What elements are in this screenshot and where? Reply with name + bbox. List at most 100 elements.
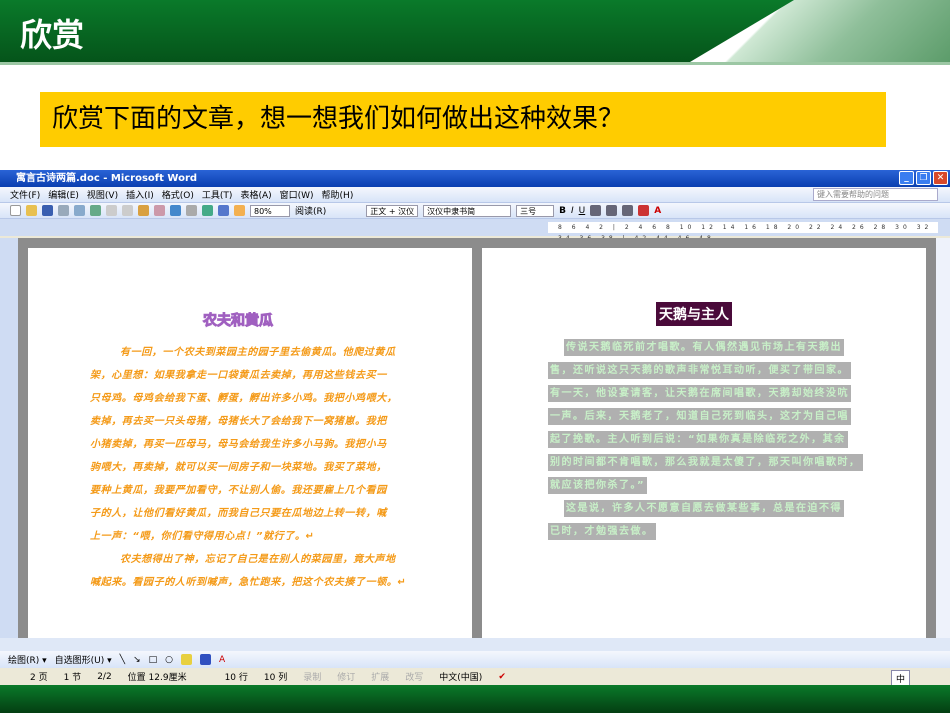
page-1[interactable]: 农夫和黄瓜 有一回，一个农夫到菜园主的园子里去偷黄瓜。他爬过黄瓜 架，心里想：如… [28,248,472,638]
text-line: 起了挽歌。主人听到后说：“如果你真是除临死之外，其余 [548,431,848,448]
text-line: 一声。后来，天鹅老了，知道自己死到临头，这才为自己唱 [548,408,851,425]
status-rec[interactable]: 录制 [295,670,329,683]
menu-edit[interactable]: 编辑(E) [48,188,79,201]
new-icon[interactable] [10,205,21,216]
fill-color-icon[interactable] [181,654,192,665]
page1-title: 农夫和黄瓜 [203,310,274,330]
text-line: 要种上黄瓜，我要严加看守，不让别人偷。我还要雇上几个看园 [90,485,387,496]
text-line: 喊起来。看园子的人听到喊声，急忙跑来，把这个农夫揍了一顿。↵ [90,577,407,588]
bullets-icon[interactable] [622,205,634,216]
font-color-icon[interactable]: A [219,655,225,665]
style-select[interactable]: 正文 + 汉仪 [366,204,419,217]
paste-icon[interactable] [138,205,149,216]
copy-icon[interactable] [122,205,133,216]
view-buttons-bar[interactable] [0,638,950,651]
text-line: 只母鸡。母鸡会给我下蛋、孵蛋，孵出许多小鸡。我把小鸡喂大， [90,393,398,404]
menu-bar: 文件(F) 编辑(E) 视图(V) 插入(I) 格式(O) 工具(T) 表格(A) 窗口(W)… [0,187,950,203]
status-ovr[interactable]: 改写 [397,670,431,683]
status-trk[interactable]: 修订 [329,670,363,683]
toolbar: 80% 阅读(R) 正文 + 汉仪 汉仪中隶书简 三号 BIU A [0,203,950,219]
title-text: 农夫和黄瓜 [203,313,274,330]
status-col: 10 列 [263,673,288,683]
ime-mode[interactable]: 中 [896,675,905,685]
menu-window[interactable]: 窗口(W) [280,188,314,201]
menu-file[interactable]: 文件(F) [10,188,40,201]
slide-title: 欣赏 [20,16,85,54]
status-bar: 2 页 1 节 2/2 位置 12.9厘米 10 行 10 列录制 修订 扩展 改写 中文(中国)… [0,668,950,685]
slide-footer [0,685,950,713]
document-area[interactable]: 农夫和黄瓜 有一回，一个农夫到菜园主的园子里去偷黄瓜。他爬过黄瓜 架，心里想：如… [0,238,950,638]
help-search-input[interactable]: 键入需要帮助的问题 [813,188,938,201]
text-line: 上一声：“喂，你们看守得用心点！”就行了。↵ [90,531,315,542]
menu-insert[interactable]: 插入(I) [126,188,154,201]
ruler-ticks: 8 6 4 2 | 2 4 6 8 10 12 14 16 18 20 22 2… [548,222,938,242]
text-line: 就应该把你杀了。” [548,477,648,494]
menu-tools[interactable]: 工具(T) [202,188,233,201]
arrow-icon[interactable]: ↘ [133,655,141,665]
draw-menu-button[interactable]: 绘图(R) ▾ [8,653,47,666]
vertical-scrollbar[interactable] [936,238,950,638]
page2-title: 天鹅与主人 [656,302,732,326]
minimize-button[interactable]: _ [899,171,914,185]
menu-format[interactable]: 格式(O) [162,188,194,201]
print-icon[interactable] [58,205,69,216]
text-line: 驹喂大，再卖掉，就可以买一间房子和一块菜地。我买了菜地， [90,462,387,473]
status-line: 10 行 [224,673,248,683]
page-2[interactable]: 天鹅与主人 传说天鹅临死前才唱歌。有人偶然遇见市场上有天鹅出 售，还听说这只天鹅… [482,248,926,638]
word-window: 寓言古诗两篇.doc - Microsoft Word _ ❐ ✕ 文件(F) 编辑(… [0,170,950,687]
text-line: 农夫想得出了神，忘记了自己是在别人的菜园里，竟大声地 [120,554,396,565]
hyperlink-icon[interactable] [202,205,213,216]
status-ext[interactable]: 扩展 [363,670,397,683]
open-icon[interactable] [26,205,37,216]
spelling-status-icon[interactable]: ✔ [490,672,514,682]
font-select[interactable]: 汉仪中隶书简 [423,204,512,217]
table-icon[interactable] [218,205,229,216]
numbering-icon[interactable] [606,205,618,216]
menu-help[interactable]: 帮助(H) [322,188,354,201]
text-line: 有一天，他设宴请客，让天鹅在席间唱歌，天鹅却始终没吭 [548,385,851,402]
highlight-icon[interactable] [638,205,650,216]
close-button[interactable]: ✕ [933,171,948,185]
menu-table[interactable]: 表格(A) [240,188,271,201]
title-bar: 寓言古诗两篇.doc - Microsoft Word _ ❐ ✕ [0,170,950,187]
question-box: 欣赏下面的文章，想一想我们如何做出这种效果？ [40,92,886,147]
line-color-icon[interactable] [200,654,211,665]
text-line: 小猪卖掉，再买一匹母马，母马会给我生许多小马驹。我把小马 [90,439,387,450]
cut-icon[interactable] [106,205,117,216]
text-line: 别的时间都不肯唱歌，那么我就是太傻了，那天叫你唱歌时， [548,454,863,471]
status-section: 1 节 [63,673,82,683]
window-title: 寓言古诗两篇.doc - Microsoft Word [16,173,198,184]
redo-icon[interactable] [186,205,197,216]
undo-icon[interactable] [170,205,181,216]
line-icon[interactable]: ╲ [120,655,125,665]
italic-button[interactable]: I [571,206,574,216]
drawing-icon[interactable] [234,205,245,216]
status-position: 位置 12.9厘米 [127,673,187,683]
rectangle-icon[interactable]: □ [149,655,158,665]
font-color-button[interactable]: A [654,206,661,216]
restore-button[interactable]: ❐ [916,171,931,185]
divider [0,62,950,65]
preview-icon[interactable] [74,205,85,216]
text-line: 这是说，许多人不愿意自愿去做某些事，总是在迫不得 [564,500,844,517]
align-icon[interactable] [590,205,602,216]
spellcheck-icon[interactable] [90,205,101,216]
autoshapes-button[interactable]: 自选图形(U) ▾ [55,653,112,666]
zoom-select[interactable]: 80% [250,204,290,217]
underline-button[interactable]: U [579,206,586,216]
size-select[interactable]: 三号 [516,204,555,217]
status-pages: 2/2 [97,671,112,682]
bold-button[interactable]: B [559,206,566,216]
oval-icon[interactable]: ○ [165,655,173,665]
format-painter-icon[interactable] [154,205,165,216]
save-icon[interactable] [42,205,53,216]
text-line: 有一回，一个农夫到菜园主的园子里去偷黄瓜。他爬过黄瓜 [120,347,396,358]
text-line: 子的人，让他们看好黄瓜，而我自己只要在瓜地边上转一转，喊 [90,508,387,519]
vertical-ruler [0,238,18,638]
text-line: 已时，才勉强去做。 [548,523,656,540]
slide-header: 欣赏 [0,0,950,62]
menu-view[interactable]: 视图(V) [87,188,118,201]
text-line: 卖掉，再去买一只头母猪，母猪长大了会给我下一窝猪崽。我把 [90,416,387,427]
read-button[interactable]: 阅读(R) [295,204,326,217]
horizontal-ruler[interactable]: 8 6 4 2 | 2 4 6 8 10 12 14 16 18 20 22 2… [0,219,950,242]
